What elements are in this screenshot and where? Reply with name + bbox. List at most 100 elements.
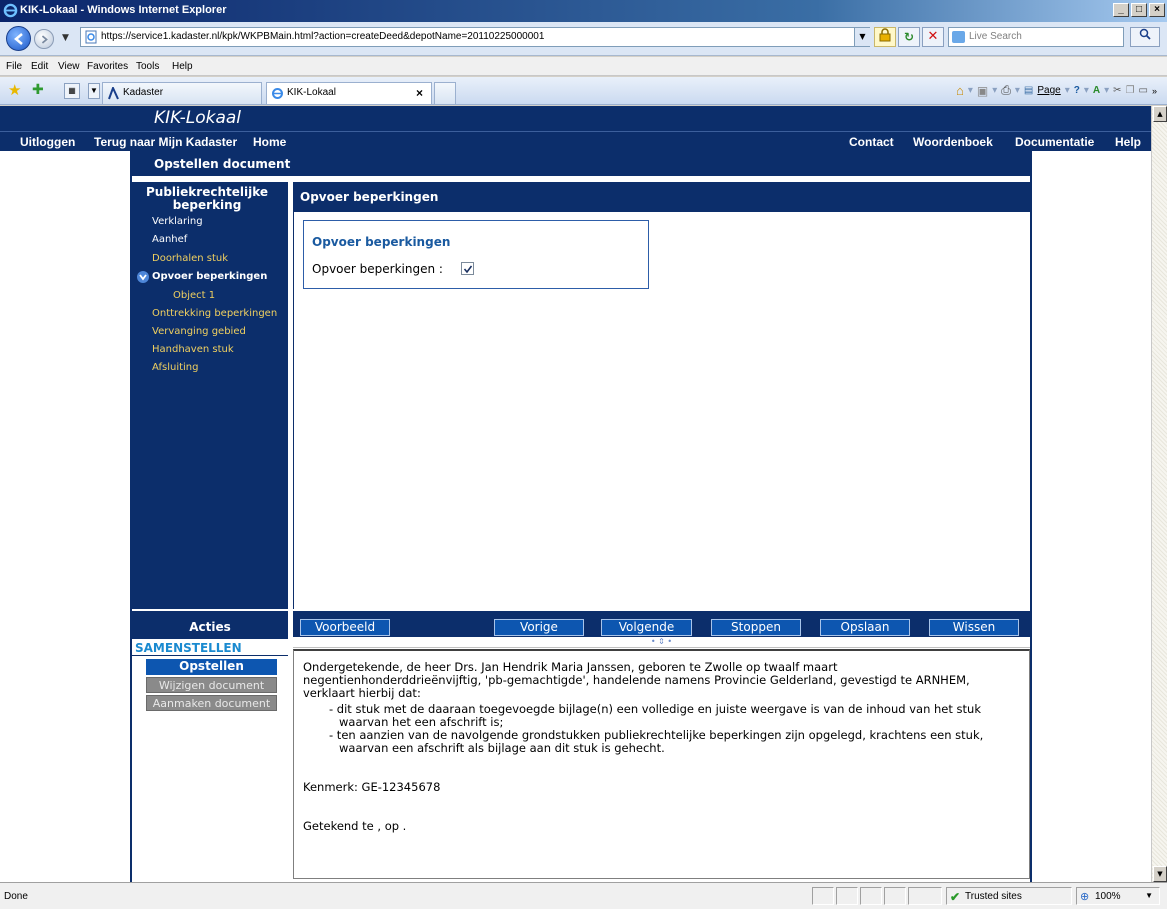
stoppen-button[interactable]: Stoppen [711,619,801,636]
sidebar-item-aanhef[interactable]: Aanhef [152,234,187,245]
home-icon[interactable]: ⌂ [956,83,964,98]
status-panel [884,887,906,905]
sidebar-item-verklaring[interactable]: Verklaring [152,216,203,227]
menu-tools[interactable]: Tools [136,61,159,72]
zoom-dropdown-icon[interactable]: ▼ [1145,891,1153,900]
tab-kik-lokaal[interactable]: KIK-Lokaal × [266,82,432,104]
window-title-bar: KIK-Lokaal - Windows Internet Explorer _… [0,0,1167,22]
zoom-control[interactable]: ⊕ 100% ▼ [1076,887,1160,905]
menu-favorites[interactable]: Favorites [87,61,128,72]
nav-uitloggen[interactable]: Uitloggen [20,135,75,149]
status-bar: Done ✔ Trusted sites ⊕ 100% ▼ [0,882,1167,909]
nav-documentatie[interactable]: Documentatie [1015,135,1094,149]
scroll-down-icon[interactable]: ▼ [1153,866,1167,882]
actions-title: Acties [132,609,288,639]
minimize-button[interactable]: _ [1113,3,1129,17]
nav-help[interactable]: Help [1115,135,1141,149]
url-dropdown-icon[interactable]: ▼ [854,28,870,46]
sidebar-item-handhaven-stuk[interactable]: Handhaven stuk [152,344,234,355]
sidebar-item-opvoer-beperkingen[interactable]: Opvoer beperkingen [152,271,267,282]
aanmaken-document-button: Aanmaken document [146,695,277,711]
history-dropdown-icon[interactable]: ▼ [62,33,69,43]
nav-contact[interactable]: Contact [849,135,894,149]
address-toolbar: ▼ https://service1.kadaster.nl/kpk/WKPBM… [0,22,1167,56]
preview-bullet: - dit stuk met de daaraan toegevoegde bi… [329,702,981,729]
add-favorite-icon[interactable]: ✚ [32,81,44,98]
chevron-down-icon [137,271,149,283]
page-menu-icon[interactable]: ▤ [1024,85,1033,96]
cut-icon[interactable]: ✂ [1113,85,1121,96]
ie-logo-icon [3,3,18,18]
back-button[interactable] [6,26,31,51]
zoom-icon: ⊕ [1080,891,1090,903]
quick-tabs-icon[interactable]: ▦ [64,83,80,99]
feeds-icon[interactable]: ▣ [977,84,988,98]
preview-kenmerk: Kenmerk: GE-12345678 [303,780,441,794]
stop-icon[interactable]: ✕ [922,27,944,47]
checkmark-icon [463,265,473,274]
zoom-label: 100% [1095,891,1121,902]
more-chevron-icon[interactable]: » [1152,86,1157,96]
page-viewport: KIK-Lokaal Uitloggen Terug naar Mijn Kad… [0,106,1151,882]
splitter-handle-icon[interactable]: • ⇕ • [293,637,1030,648]
sidebar-item-vervanging-gebied[interactable]: Vervanging gebied [152,326,246,337]
menu-view[interactable]: View [58,61,80,72]
copy-icon[interactable]: ❐ [1126,85,1135,96]
search-input[interactable]: Live Search [948,27,1124,47]
content-heading: Opvoer beperkingen [293,182,1030,212]
tab-close-icon[interactable]: × [416,83,423,103]
page-icon [85,30,97,44]
sidebar: Publiekrechtelijke beperking Verklaring … [132,182,288,609]
search-button[interactable] [1130,27,1160,47]
sidebar-item-doorhalen-stuk[interactable]: Doorhalen stuk [152,253,228,264]
tab-kadaster[interactable]: Kadaster [102,82,262,104]
status-panel [836,887,858,905]
tab-list-dropdown-icon[interactable]: ▼ [88,83,100,99]
url-input[interactable]: https://service1.kadaster.nl/kpk/WKPBMai… [80,27,870,47]
status-text: Done [4,891,28,902]
left-margin [0,151,132,882]
url-text: https://service1.kadaster.nl/kpk/WKPBMai… [101,31,545,42]
sidebar-title: Publiekrechtelijke beperking [132,186,282,212]
search-icon [1139,28,1151,40]
research-icon[interactable]: A [1093,85,1100,96]
nav-home[interactable]: Home [253,135,286,149]
app-banner: KIK-Lokaal [0,106,1151,131]
sidebar-item-object-1[interactable]: Object 1 [173,290,215,301]
help-icon[interactable]: ? [1074,85,1080,96]
maximize-button[interactable]: □ [1131,3,1147,17]
lock-icon[interactable] [874,27,896,47]
menu-help[interactable]: Help [172,61,193,72]
status-panel [860,887,882,905]
menu-file[interactable]: File [6,61,22,72]
refresh-icon[interactable]: ↻ [898,27,920,47]
nav-terug-mijn-kadaster[interactable]: Terug naar Mijn Kadaster [94,135,237,149]
print-icon[interactable]: ⎙ [1001,83,1011,98]
page-menu-label[interactable]: Page [1037,85,1060,96]
window-title: KIK-Lokaal - Windows Internet Explorer [20,4,227,16]
command-bar: ⌂ ▾ ▣ ▾ ⎙ ▾ ▤ Page ▾ ? ▾ A ▾ ✂ ❐ ▭ » [956,83,1157,98]
vertical-scrollbar[interactable]: ▲ ▼ [1151,106,1167,882]
scroll-up-icon[interactable]: ▲ [1153,106,1167,122]
sidebar-item-onttrekking-beperkingen[interactable]: Onttrekking beperkingen [152,308,277,319]
opstellen-document-button[interactable]: Opstellen document [146,659,277,688]
voorbeeld-button[interactable]: Voorbeeld [300,619,390,636]
nav-woordenboek[interactable]: Woordenboek [913,135,993,149]
wissen-button[interactable]: Wissen [929,619,1019,636]
paste-icon[interactable]: ▭ [1139,85,1148,96]
close-button[interactable]: × [1149,3,1165,17]
opslaan-button[interactable]: Opslaan [820,619,910,636]
favorites-star-icon[interactable]: ★ [8,81,21,99]
forward-button[interactable] [34,29,54,49]
menu-edit[interactable]: Edit [31,61,48,72]
opvoer-beperkingen-checkbox[interactable] [461,262,474,275]
tab-bar: ★ ✚ ▦ ▼ Kadaster KIK-Lokaal × ⌂ ▾ ▣ ▾ ⎙ ▾ ▤… [0,77,1167,105]
status-panel [812,887,834,905]
tab-label: Kadaster [123,87,164,98]
new-tab-button[interactable] [434,82,456,104]
sidebar-item-afsluiting[interactable]: Afsluiting [152,362,199,373]
vorige-button[interactable]: Vorige [494,619,584,636]
volgende-button[interactable]: Volgende [601,619,692,636]
ie-page-icon [272,88,283,99]
security-zone[interactable]: ✔ Trusted sites [946,887,1072,905]
